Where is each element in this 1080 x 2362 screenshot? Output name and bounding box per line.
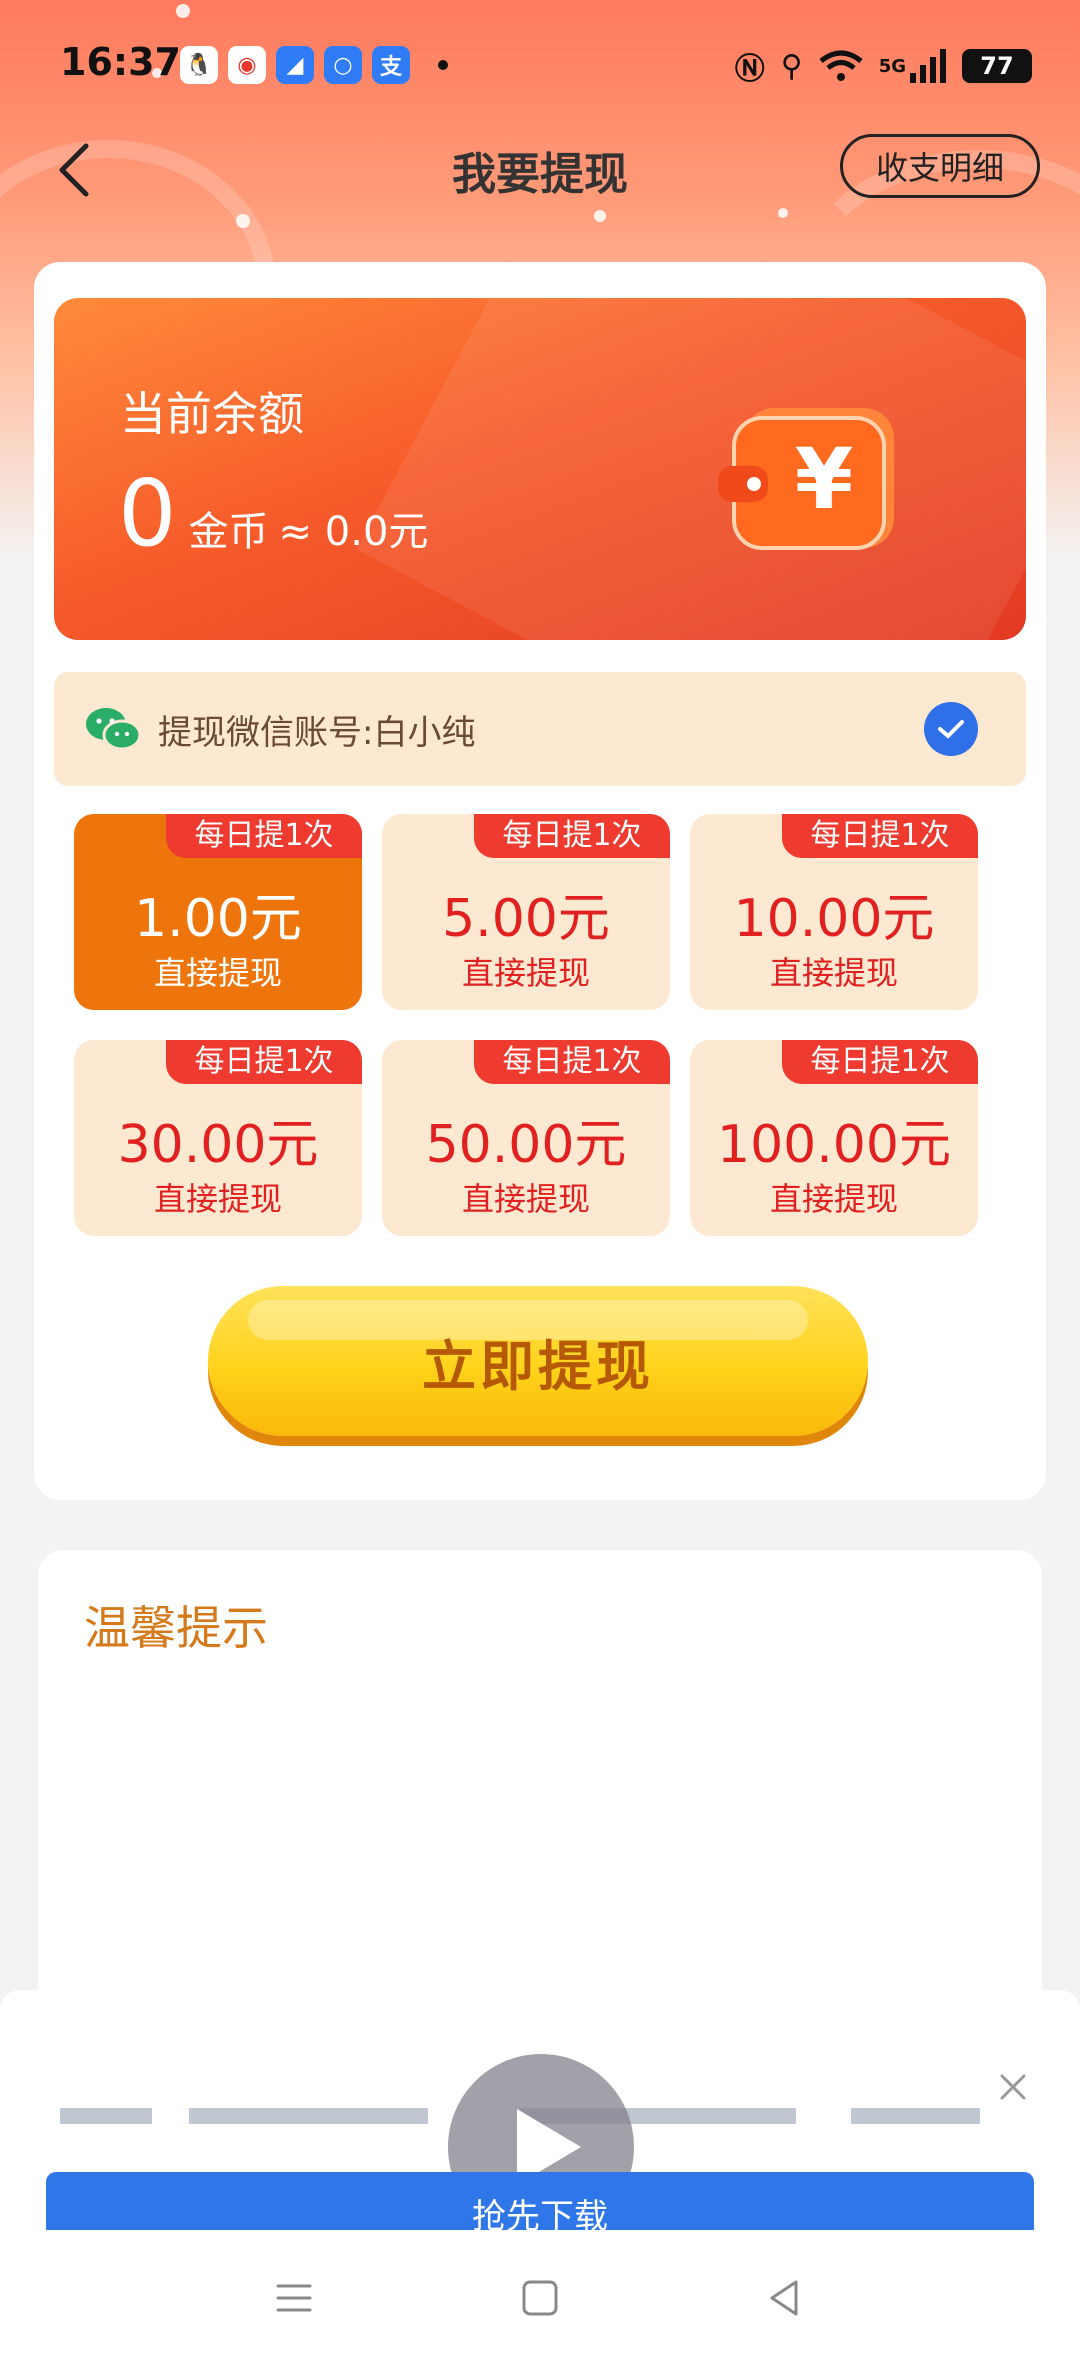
menu-icon[interactable] <box>270 2274 318 2322</box>
wechat-icon <box>86 708 142 751</box>
home-icon[interactable] <box>516 2274 564 2322</box>
option-amount: 5.00元 <box>442 889 610 949</box>
option-amount: 100.00元 <box>717 1115 951 1175</box>
wallet-icon: ¥ <box>718 408 894 550</box>
wechat-account-label: 提现微信账号:白小纯 <box>158 712 476 753</box>
option-subtitle: 直接提现 <box>153 954 282 992</box>
qq-icon: 🐧 <box>180 46 218 84</box>
amount-option-50[interactable]: 每日提1次 50.00元 直接提现 <box>382 1040 670 1236</box>
balance-unit: 金币 <box>188 509 269 555</box>
balance-value: 0 <box>118 460 177 567</box>
option-subtitle: 直接提现 <box>461 1180 590 1218</box>
amount-option-5[interactable]: 每日提1次 5.00元 直接提现 <box>382 814 670 1010</box>
status-bar: 16:37 🐧 ◉ ◢ ○ 支 Ⓝ ⚲ 5G 77 <box>0 0 1080 130</box>
weibo-icon: ◉ <box>228 46 266 84</box>
svg-text:¥: ¥ <box>795 430 853 528</box>
balance-approx: ≈ 0.0元 <box>278 509 429 555</box>
amount-option-10[interactable]: 每日提1次 10.00元 直接提现 <box>690 814 978 1010</box>
more-notifications-dot <box>438 60 448 70</box>
balance-panel: 当前余额 0 金币 ≈ 0.0元 ¥ <box>54 298 1026 640</box>
option-amount: 50.00元 <box>425 1115 627 1175</box>
option-tag: 每日提1次 <box>782 1040 978 1084</box>
option-tag: 每日提1次 <box>474 1040 670 1084</box>
network-type: 5G <box>878 55 906 77</box>
option-subtitle: 直接提现 <box>769 1180 898 1218</box>
option-amount: 30.00元 <box>117 1115 319 1175</box>
app-icon: ◢ <box>276 46 314 84</box>
system-nav-bar <box>0 2230 1080 2362</box>
option-subtitle: 直接提现 <box>769 954 898 992</box>
option-tag: 每日提1次 <box>782 814 978 858</box>
option-amount: 1.00元 <box>134 889 302 949</box>
income-expense-detail-button[interactable]: 收支明细 <box>840 134 1040 198</box>
withdraw-card: 当前余额 0 金币 ≈ 0.0元 ¥ 提现微信账号:白小纯 每日提1次 1.00… <box>34 262 1046 1500</box>
system-icons: Ⓝ ⚲ 5G 77 <box>735 44 1032 88</box>
nfc-icon: Ⓝ <box>734 52 765 87</box>
close-icon[interactable] <box>996 2070 1030 2104</box>
signal-icon <box>910 49 946 83</box>
amount-option-30[interactable]: 每日提1次 30.00元 直接提现 <box>74 1040 362 1236</box>
balance-label: 当前余额 <box>120 387 304 441</box>
amount-options: 每日提1次 1.00元 直接提现 每日提1次 5.00元 直接提现 每日提1次 … <box>74 814 1014 1236</box>
notification-icons: 🐧 ◉ ◢ ○ 支 <box>180 46 448 84</box>
checkmark-icon[interactable] <box>924 702 978 756</box>
option-amount: 10.00元 <box>733 889 935 949</box>
ad-banner: 抢先下载 <box>0 1990 1080 2240</box>
option-subtitle: 直接提现 <box>461 954 590 992</box>
withdraw-now-button[interactable]: 立即提现 <box>208 1286 868 1436</box>
ad-download-button[interactable]: 抢先下载 <box>46 2172 1034 2230</box>
amount-option-100[interactable]: 每日提1次 100.00元 直接提现 <box>690 1040 978 1236</box>
balance-value-row: 0 金币 ≈ 0.0元 <box>118 468 428 560</box>
battery-icon: 77 <box>962 49 1032 83</box>
withdraw-now-label: 立即提现 <box>422 1334 654 1398</box>
alipay-icon: 支 <box>372 46 410 84</box>
wechat-account-row[interactable]: 提现微信账号:白小纯 <box>54 672 1026 786</box>
app-icon: ○ <box>324 46 362 84</box>
option-tag: 每日提1次 <box>166 814 362 858</box>
option-tag: 每日提1次 <box>166 1040 362 1084</box>
option-subtitle: 直接提现 <box>153 1180 282 1218</box>
amount-option-1[interactable]: 每日提1次 1.00元 直接提现 <box>74 814 362 1010</box>
back-icon[interactable] <box>760 2274 808 2322</box>
wifi-icon <box>819 50 863 81</box>
location-icon: ⚲ <box>780 48 803 84</box>
status-time: 16:37 <box>60 40 181 84</box>
tips-card: 温馨提示 <box>38 1550 1042 2030</box>
tips-title: 温馨提示 <box>84 1601 268 1655</box>
option-tag: 每日提1次 <box>474 814 670 858</box>
